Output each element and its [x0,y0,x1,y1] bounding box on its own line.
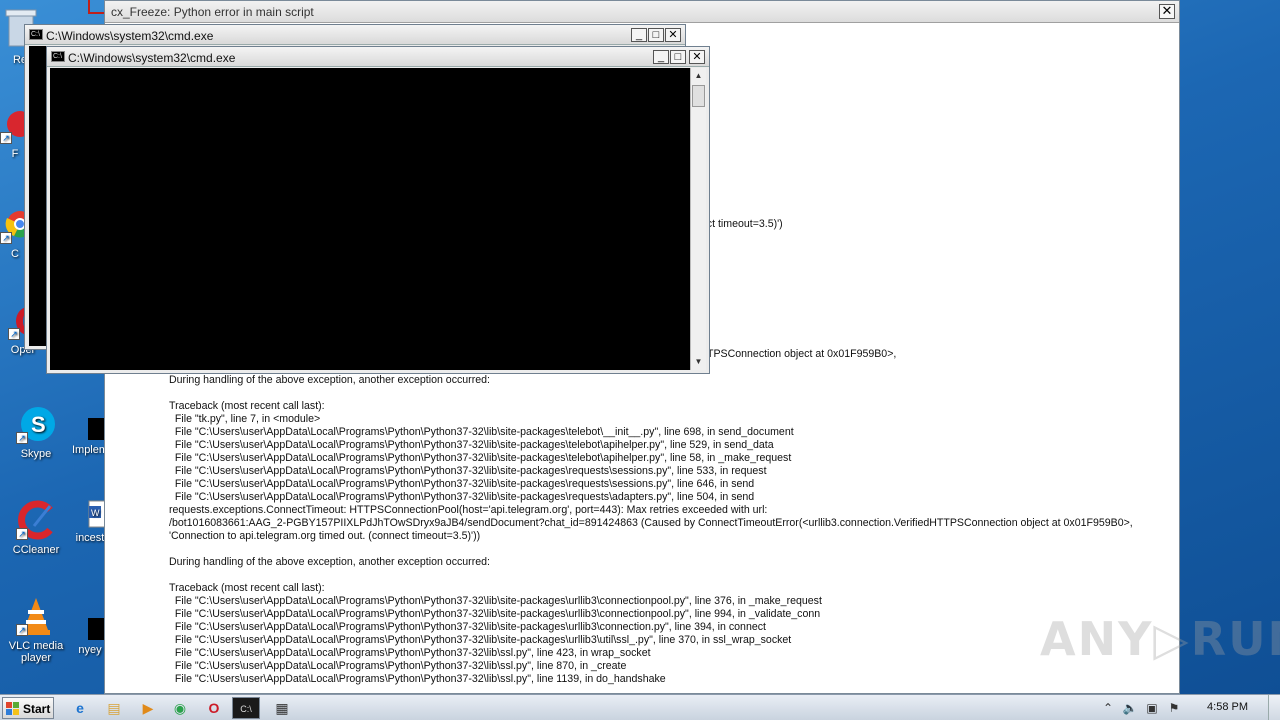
system-tray: ⌃ 🔈 ▣ ⚑ 4:58 PM [1100,695,1280,720]
ccleaner-label: CCleaner [12,544,60,556]
cmd-back-close-button[interactable]: ✕ [665,28,681,42]
cmd-back-title: C:\Windows\system32\cmd.exe [46,29,214,43]
svg-text:S: S [31,412,46,437]
chrome-label: C [11,248,19,260]
red-app-label: F [11,148,19,160]
traceback-line: File "C:\Users\user\AppData\Local\Progra… [169,452,792,464]
cmd-front-console[interactable] [50,68,690,370]
show-desktop-button[interactable] [1268,695,1280,720]
traceback-line: File "C:\Users\user\AppData\Local\Progra… [169,621,766,633]
media-taskbar-button[interactable]: ▶ [134,697,162,719]
skype-label: Skype [20,448,52,460]
traceback-line: Traceback (most recent call last): [169,400,325,412]
svg-text:W: W [91,508,100,518]
shortcut-arrow-icon: ↗ [8,328,20,340]
tray-expand-icon[interactable]: ⌃ [1100,700,1116,716]
traceback-line: File "C:\Users\user\AppData\Local\Progra… [169,595,822,607]
cmd-taskbar-button[interactable]: C:\ [232,697,260,719]
incest-label: incest [75,532,105,544]
traceback-line: File "C:\Users\user\AppData\Local\Progra… [169,647,651,659]
implement-label: Implem [71,444,109,456]
scroll-up-arrow-icon[interactable]: ▲ [691,68,706,84]
traceback-line: File "C:\Users\user\AppData\Local\Progra… [169,465,767,477]
shortcut-arrow-icon: ↗ [16,624,28,636]
cmd-front-titlebar[interactable]: C:\ C:\Windows\system32\cmd.exe _ □ ✕ [47,47,709,67]
traceback-line: File "C:\Users\user\AppData\Local\Progra… [169,426,794,438]
app-taskbar-button[interactable]: ▦ [268,697,296,719]
cmd-icon: C:\ [29,29,43,40]
start-label: Start [23,702,51,716]
nyey-label: nyey [78,644,102,656]
traceback-line: Traceback (most recent call last): [169,582,325,594]
traceback-line: requests.exceptions.ConnectTimeout: HTTP… [169,504,768,516]
opera-taskbar-button[interactable]: O [200,697,228,719]
shortcut-arrow-icon: ↗ [0,232,12,244]
traceback-line: File "C:\Users\user\AppData\Local\Progra… [169,660,627,672]
chrome-taskbar-button[interactable]: ◉ [166,697,194,719]
scroll-thumb[interactable] [692,85,705,107]
traceback-line: During handling of the above exception, … [169,556,490,568]
explorer-taskbar-button[interactable]: ▤ [100,697,128,719]
traceback-line: File "C:\Users\user\AppData\Local\Progra… [169,634,792,646]
error-window-close-button[interactable]: ✕ [1159,4,1175,19]
volume-icon[interactable]: 🔈 [1122,700,1138,716]
cmd-back-maximize-button[interactable]: □ [648,28,664,42]
traceback-line [169,387,1159,400]
cmd-front-title: C:\Windows\system32\cmd.exe [68,51,236,65]
vlc-icon[interactable]: ↗ VLC media player [0,596,72,664]
cmd-front-maximize-button[interactable]: □ [670,50,686,64]
traceback-line: During handling of the above exception, … [169,374,490,386]
ccleaner-icon[interactable]: ↗ CCleaner [0,500,72,556]
vlc-label: VLC media player [8,640,64,664]
traceback-line: File "C:\Users\user\AppData\Local\Progra… [169,439,774,451]
traceback-line: 'Connection to api.telegram.org timed ou… [169,530,481,542]
traceback-line: File "C:\Users\user\AppData\Local\Progra… [169,478,755,490]
clock[interactable]: 4:58 PM [1207,701,1248,713]
cmd-front-minimize-button[interactable]: _ [653,50,669,64]
error-window-titlebar[interactable]: cx_Freeze: Python error in main script ✕ [105,1,1179,23]
traceback-line [169,543,1159,556]
error-window-title: cx_Freeze: Python error in main script [111,5,314,19]
scroll-down-arrow-icon[interactable]: ▼ [691,354,706,370]
taskbar: Start e ▤ ▶ ◉ O C:\ ▦ ⌃ 🔈 ▣ ⚑ 4:58 PM [0,694,1280,720]
anyrun-watermark: ANY▷RUN [1040,612,1280,666]
shortcut-arrow-icon: ↗ [0,132,12,144]
start-button[interactable]: Start [2,697,54,719]
ie-taskbar-button[interactable]: e [66,697,94,719]
windows-flag-icon [6,702,19,715]
traceback-line: File "C:\Users\user\AppData\Local\Progra… [169,608,821,620]
cmd-window-front[interactable]: C:\ C:\Windows\system32\cmd.exe _ □ ✕ ▲ … [46,46,710,374]
skype-icon[interactable]: S ↗ Skype [0,404,72,460]
cmd-front-scrollbar[interactable]: ▲ ▼ [690,68,706,370]
shortcut-arrow-icon: ↗ [16,432,28,444]
cmd-icon: C:\ [51,51,65,62]
cmd-back-minimize-button[interactable]: _ [631,28,647,42]
flag-notification-icon[interactable]: ⚑ [1166,700,1182,716]
traceback-line: File "tk.py", line 7, in <module> [169,413,321,425]
network-icon[interactable]: ▣ [1144,700,1160,716]
traceback-line [169,569,1159,582]
traceback-line: File "C:\Users\user\AppData\Local\Progra… [169,491,755,503]
cmd-back-titlebar[interactable]: C:\ C:\Windows\system32\cmd.exe _ □ ✕ [25,25,685,45]
traceback-line: /bot1016083661:AAG_2-PGBY157PIIXLPdJhTOw… [169,517,1133,529]
cmd-front-close-button[interactable]: ✕ [689,50,705,64]
traceback-line: File "C:\Users\user\AppData\Local\Progra… [169,673,666,685]
shortcut-arrow-icon: ↗ [16,528,28,540]
